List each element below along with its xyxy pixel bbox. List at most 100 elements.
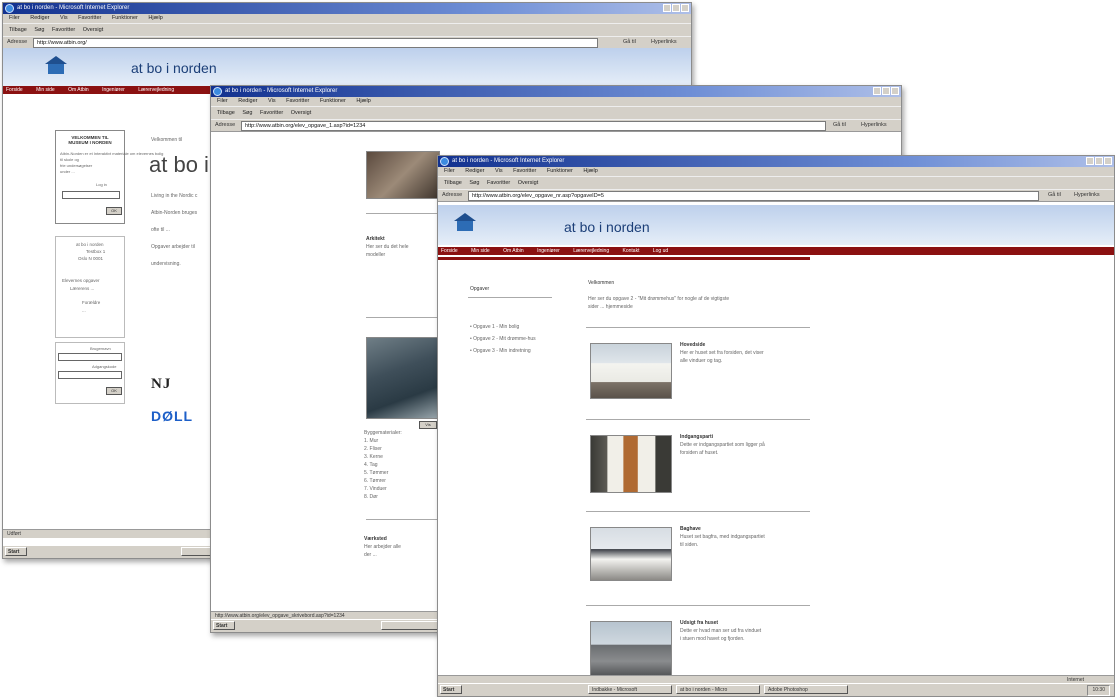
menu-edit[interactable]: Rediger bbox=[30, 15, 49, 21]
section-title: Værksted bbox=[364, 536, 387, 542]
side-link[interactable]: Lærerens ... bbox=[70, 285, 94, 293]
side-link[interactable]: ... bbox=[82, 307, 86, 315]
menu-view[interactable]: Vis bbox=[268, 98, 276, 104]
taskbar-button[interactable]: at bo i norden - Micro bbox=[676, 685, 760, 694]
close-button[interactable] bbox=[891, 87, 899, 95]
materials-item: 8. Dør bbox=[364, 494, 378, 500]
sidebar-item[interactable]: • Opgave 3 - Min indretning bbox=[470, 347, 531, 355]
menu-favorites[interactable]: Favoritter bbox=[286, 98, 309, 104]
window-controls[interactable] bbox=[1086, 157, 1112, 165]
back-button[interactable]: Tilbage bbox=[444, 180, 462, 186]
menu-help[interactable]: Hjælp bbox=[356, 98, 370, 104]
nav-ingenioerer[interactable]: Ingeniører bbox=[102, 87, 125, 93]
sidebar-item[interactable]: • Opgave 1 - Min bolig bbox=[470, 323, 519, 331]
favorites-button[interactable]: Favoritter bbox=[260, 110, 283, 116]
links-button[interactable]: Hyperlinks bbox=[651, 37, 677, 48]
divider bbox=[586, 419, 810, 420]
nav-om-atbin[interactable]: Om Atbin bbox=[68, 87, 89, 93]
login-input[interactable] bbox=[62, 191, 120, 199]
browser-window-front[interactable]: at bo i norden - Microsoft Internet Expl… bbox=[437, 155, 1115, 697]
go-button[interactable]: Gå til bbox=[833, 120, 846, 131]
menu-favorites[interactable]: Favoritter bbox=[78, 15, 101, 21]
tool-bar: Tilbage Søg Favoritter Oversigt bbox=[211, 106, 901, 119]
login-button[interactable]: OK bbox=[106, 207, 122, 215]
materials-item: 6. Tømrer bbox=[364, 478, 386, 484]
menu-view[interactable]: Vis bbox=[60, 15, 68, 21]
go-button[interactable]: Gå til bbox=[1048, 190, 1061, 201]
favorites-button[interactable]: Favoritter bbox=[52, 27, 75, 33]
nav-ingenioerer[interactable]: Ingeniører bbox=[537, 248, 560, 254]
menu-edit[interactable]: Rediger bbox=[238, 98, 257, 104]
password-input[interactable] bbox=[58, 371, 122, 379]
address-input[interactable]: http://www.atbin.org/ bbox=[33, 38, 598, 48]
menu-tools[interactable]: Funktioner bbox=[547, 168, 573, 174]
links-button[interactable]: Hyperlinks bbox=[1074, 190, 1100, 201]
search-button[interactable]: Søg bbox=[34, 27, 44, 33]
side-link[interactable]: Elevernes opgaver bbox=[62, 277, 100, 285]
close-button[interactable] bbox=[1104, 157, 1112, 165]
maximize-button[interactable] bbox=[1095, 157, 1103, 165]
title-bar[interactable]: at bo i norden - Microsoft Internet Expl… bbox=[438, 156, 1114, 167]
window-title: at bo i norden - Microsoft Internet Expl… bbox=[225, 88, 338, 94]
tool-bar: Tilbage Søg Favoritter Oversigt bbox=[3, 23, 691, 36]
favorites-button[interactable]: Favoritter bbox=[487, 180, 510, 186]
maximize-button[interactable] bbox=[672, 4, 680, 12]
nav-kontakt[interactable]: Kontakt bbox=[623, 248, 640, 254]
menu-tools[interactable]: Funktioner bbox=[320, 98, 346, 104]
links-button[interactable]: Hyperlinks bbox=[861, 120, 887, 131]
item-title: Indgangsparti bbox=[680, 434, 714, 440]
search-button[interactable]: Søg bbox=[242, 110, 252, 116]
close-button[interactable] bbox=[681, 4, 689, 12]
menu-favorites[interactable]: Favoritter bbox=[513, 168, 536, 174]
start-button[interactable]: Start bbox=[213, 621, 235, 630]
menu-file[interactable]: Filer bbox=[9, 15, 20, 21]
taskbar-button[interactable]: Indbakke - Microsoft bbox=[588, 685, 672, 694]
partner-logo-dell: DØLL bbox=[151, 408, 194, 424]
maximize-button[interactable] bbox=[882, 87, 890, 95]
menu-help[interactable]: Hjælp bbox=[583, 168, 597, 174]
search-button[interactable]: Søg bbox=[469, 180, 479, 186]
back-button[interactable]: Tilbage bbox=[9, 27, 27, 33]
view-button[interactable]: Vis bbox=[419, 421, 437, 429]
history-button[interactable]: Oversigt bbox=[518, 180, 538, 186]
ok-button[interactable]: OK bbox=[106, 387, 122, 395]
nav-log-ud[interactable]: Log ud bbox=[653, 248, 668, 254]
address-input[interactable]: http://www.atbin.org/elev_opgave_nr.asp?… bbox=[468, 191, 1039, 201]
back-button[interactable]: Tilbage bbox=[217, 110, 235, 116]
window-controls[interactable] bbox=[873, 87, 899, 95]
title-bar[interactable]: at bo i norden - Microsoft Internet Expl… bbox=[211, 86, 901, 97]
menu-file[interactable]: Filer bbox=[217, 98, 228, 104]
taskbar-button[interactable]: Adobe Photoshop bbox=[764, 685, 848, 694]
sidebar-item-label: Opgave 2 - Mit drømme-hus bbox=[473, 336, 536, 342]
go-button[interactable]: Gå til bbox=[623, 37, 636, 48]
house-front-photo bbox=[590, 343, 672, 399]
title-bar[interactable]: at bo i norden - Microsoft Internet Expl… bbox=[3, 3, 691, 14]
history-button[interactable]: Oversigt bbox=[83, 27, 103, 33]
materials-item: 2. Fliser bbox=[364, 446, 382, 452]
menu-help[interactable]: Hjælp bbox=[148, 15, 162, 21]
menu-edit[interactable]: Rediger bbox=[465, 168, 484, 174]
nav-min-side[interactable]: Min side bbox=[36, 87, 55, 93]
username-input[interactable] bbox=[58, 353, 122, 361]
minimize-button[interactable] bbox=[1086, 157, 1094, 165]
start-button[interactable]: Start bbox=[440, 685, 462, 694]
minimize-button[interactable] bbox=[663, 4, 671, 12]
nav-laerervejledning[interactable]: Lærervejledning bbox=[138, 87, 174, 93]
window-controls[interactable] bbox=[663, 4, 689, 12]
history-button[interactable]: Oversigt bbox=[291, 110, 311, 116]
body-line: Opgaver arbejder til bbox=[151, 244, 195, 250]
menu-tools[interactable]: Funktioner bbox=[112, 15, 138, 21]
nav-forside[interactable]: Forside bbox=[6, 87, 23, 93]
nav-forside[interactable]: Forside bbox=[441, 248, 458, 254]
side-link[interactable]: Forældre bbox=[82, 299, 100, 307]
nav-min-side[interactable]: Min side bbox=[471, 248, 490, 254]
address-input[interactable]: http://www.atbin.org/elev_opgave_1.asp?i… bbox=[241, 121, 826, 131]
menu-file[interactable]: Filer bbox=[444, 168, 455, 174]
model-photo bbox=[366, 337, 440, 419]
minimize-button[interactable] bbox=[873, 87, 881, 95]
nav-laerervejledning[interactable]: Lærervejledning bbox=[573, 248, 609, 254]
nav-om-atbin[interactable]: Om Atbin bbox=[503, 248, 524, 254]
sidebar-item[interactable]: • Opgave 2 - Mit drømme-hus bbox=[470, 335, 536, 343]
start-button[interactable]: Start bbox=[5, 547, 27, 556]
menu-view[interactable]: Vis bbox=[495, 168, 503, 174]
